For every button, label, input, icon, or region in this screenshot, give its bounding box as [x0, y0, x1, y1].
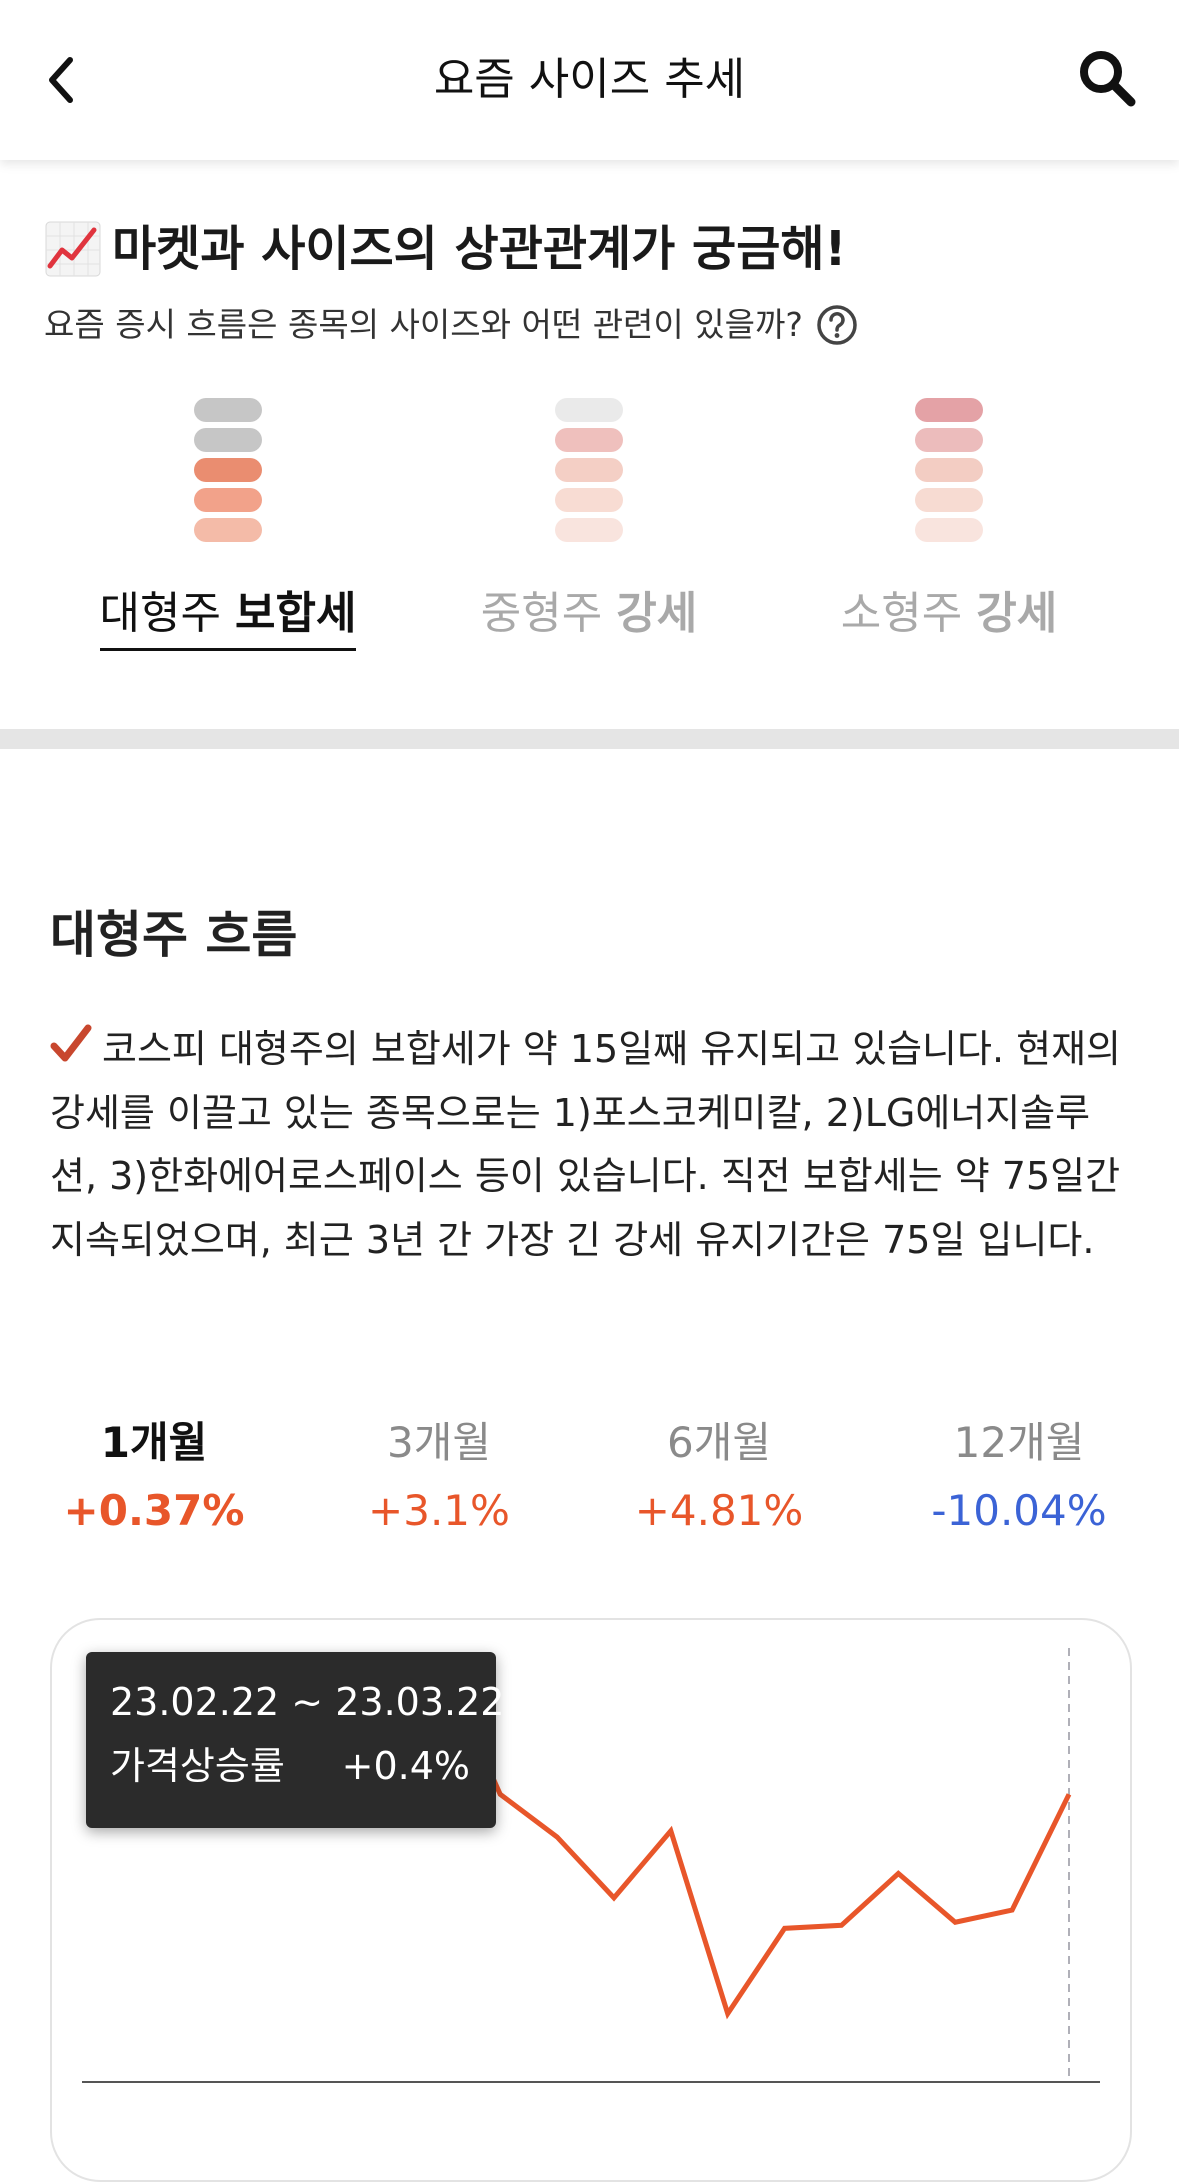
- tab-size-name: 소형주: [841, 588, 962, 639]
- tab-trend: 강세: [616, 588, 697, 639]
- tab-mid-cap[interactable]: 중형주 강세: [439, 398, 739, 648]
- tab-label: 중형주 강세: [481, 584, 697, 648]
- period-tab-3m[interactable]: 3개월 +3.1%: [309, 1413, 569, 1541]
- period-return: -10.04%: [889, 1481, 1149, 1541]
- search-icon[interactable]: [1075, 46, 1139, 110]
- tab-size-name: 중형주: [481, 588, 602, 639]
- chart-increasing-icon: [44, 220, 102, 278]
- tooltip-metric-label: 가격상승률: [110, 1744, 285, 1788]
- trend-description: 코스피 대형주의 보합세가 약 15일째 유지되고 있습니다. 현재의 강세를 …: [50, 1018, 1130, 1272]
- period-return: +3.1%: [309, 1481, 569, 1541]
- size-indicator-stack: [194, 398, 262, 542]
- tab-label: 대형주 보합세: [100, 584, 357, 651]
- size-indicator-pill: [555, 398, 623, 422]
- section-title: 마켓과 사이즈의 상관관계가 궁금해!: [44, 214, 846, 284]
- tab-large-cap[interactable]: 대형주 보합세: [78, 398, 378, 651]
- tab-small-cap[interactable]: 소형주 강세: [799, 398, 1099, 648]
- tab-size-name: 대형주: [100, 588, 221, 639]
- trend-chart-card[interactable]: 23.02.22 ~ 23.03.22 가격상승률 +0.4%: [50, 1618, 1132, 2182]
- tab-label: 소형주 강세: [841, 584, 1057, 648]
- period-tab-1m[interactable]: 1개월 +0.37%: [24, 1413, 284, 1541]
- size-indicator-pill: [194, 458, 262, 482]
- period-tab-12m[interactable]: 12개월 -10.04%: [889, 1413, 1149, 1541]
- size-indicator-pill: [555, 458, 623, 482]
- check-mark-icon: [50, 1024, 92, 1066]
- size-indicator-pill: [555, 488, 623, 512]
- size-indicator-pill: [555, 428, 623, 452]
- size-indicator-pill: [194, 518, 262, 542]
- trend-description-text: 코스피 대형주의 보합세가 약 15일째 유지되고 있습니다. 현재의 강세를 …: [50, 1027, 1121, 1262]
- size-indicator-stack: [915, 398, 983, 542]
- size-indicator-stack: [555, 398, 623, 542]
- period-tab-6m[interactable]: 6개월 +4.81%: [589, 1413, 849, 1541]
- size-indicator-pill: [915, 518, 983, 542]
- tab-trend: 보합세: [235, 588, 356, 639]
- period-label: 3개월: [309, 1413, 569, 1473]
- section-title-text: 마켓과 사이즈의 상관관계가 궁금해!: [112, 214, 846, 284]
- size-indicator-pill: [194, 488, 262, 512]
- tooltip-metric-value: +0.4%: [342, 1734, 470, 1798]
- app-header: 요즘 사이즈 추세: [0, 0, 1179, 160]
- size-indicator-pill: [555, 518, 623, 542]
- period-label: 12개월: [889, 1413, 1149, 1473]
- period-label: 6개월: [589, 1413, 849, 1473]
- chart-tooltip: 23.02.22 ~ 23.03.22 가격상승률 +0.4%: [86, 1652, 496, 1828]
- trend-section-title: 대형주 흐름: [50, 900, 297, 970]
- period-return: +0.37%: [24, 1481, 284, 1541]
- period-label: 1개월: [24, 1413, 284, 1473]
- section-subtitle-text: 요즘 증시 흐름은 종목의 사이즈와 어떤 관련이 있을까?: [44, 300, 803, 350]
- size-indicator-pill: [915, 428, 983, 452]
- page-title: 요즘 사이즈 추세: [0, 52, 1179, 108]
- size-indicator-pill: [194, 398, 262, 422]
- period-return: +4.81%: [589, 1481, 849, 1541]
- tooltip-date-range: 23.02.22 ~ 23.03.22: [110, 1670, 504, 1734]
- tab-trend: 강세: [976, 588, 1057, 639]
- size-indicator-pill: [194, 428, 262, 452]
- question-circle-icon[interactable]: [815, 303, 859, 347]
- section-divider: [0, 729, 1179, 749]
- size-indicator-pill: [915, 458, 983, 482]
- size-indicator-pill: [915, 398, 983, 422]
- size-indicator-pill: [915, 488, 983, 512]
- section-subtitle: 요즘 증시 흐름은 종목의 사이즈와 어떤 관련이 있을까?: [44, 300, 859, 350]
